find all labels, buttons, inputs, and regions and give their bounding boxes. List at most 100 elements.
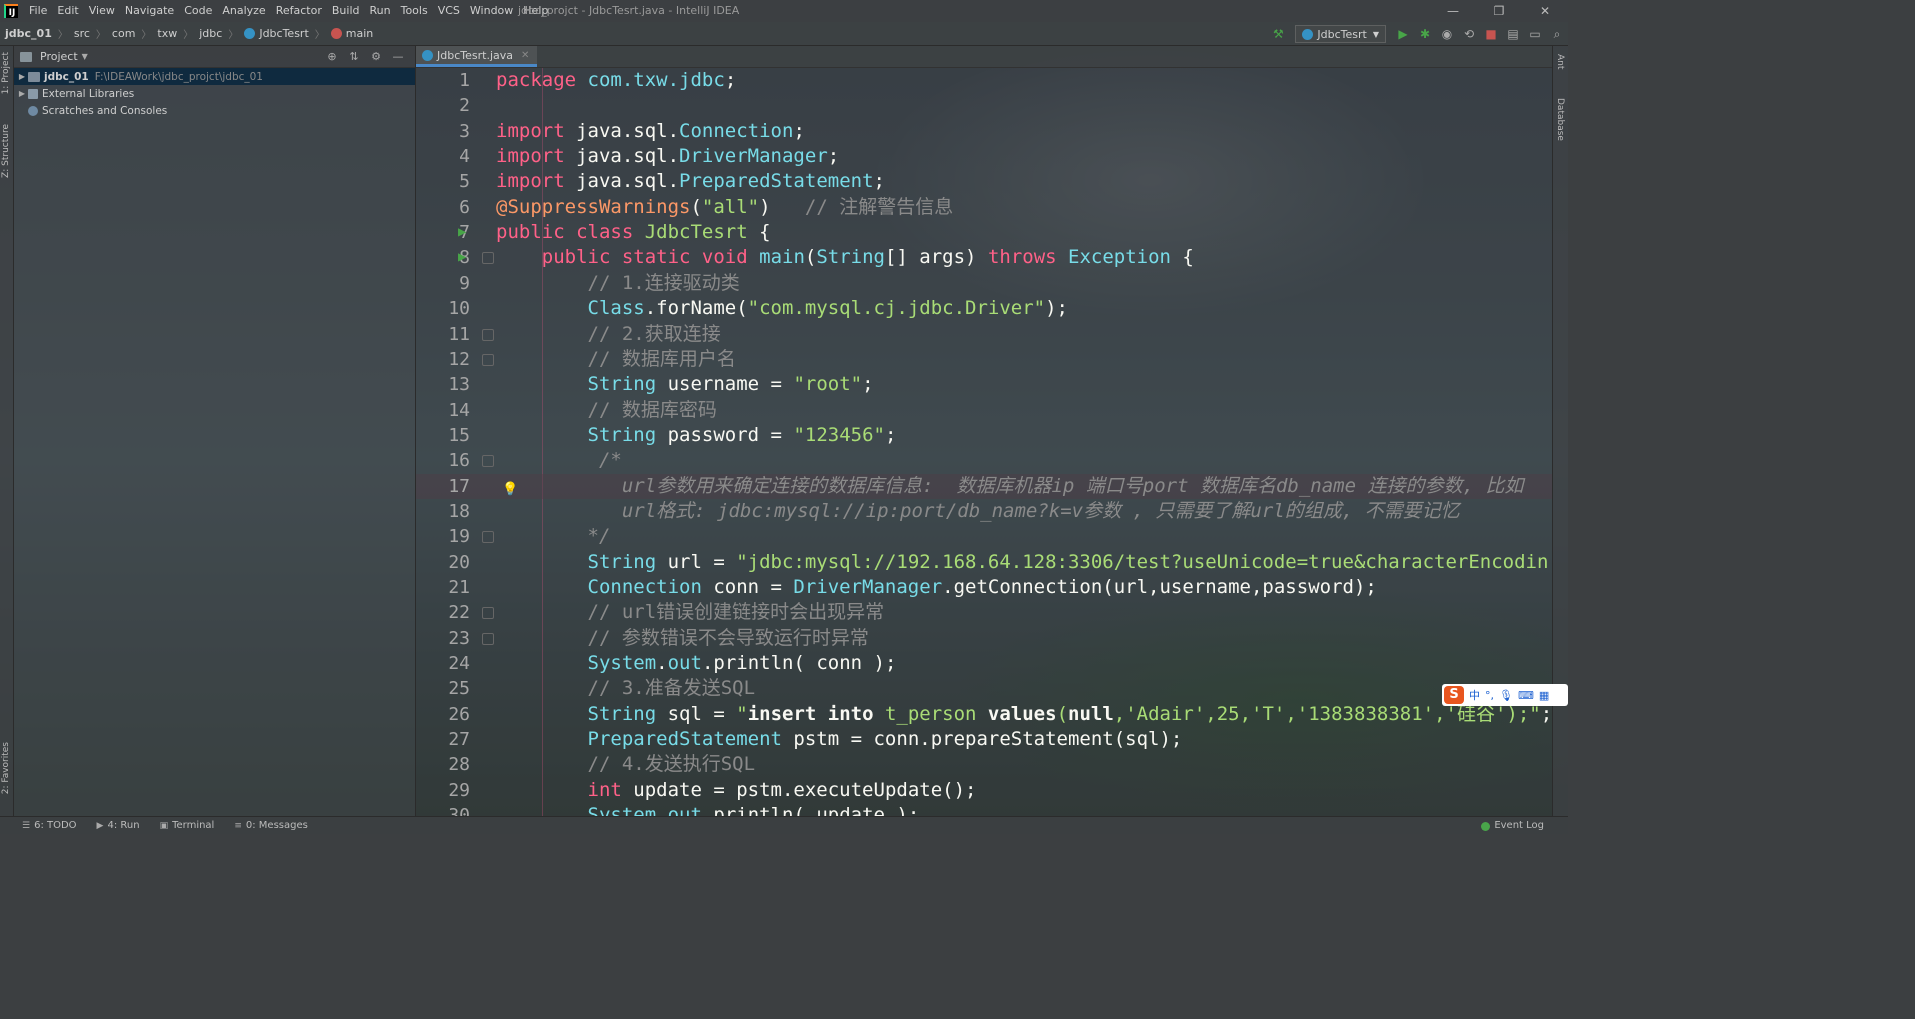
code-line: 8 ▶ public static void main(String[] args… xyxy=(416,245,1552,270)
expand-arrow-icon[interactable]: ▶ xyxy=(16,72,28,81)
fold-icon[interactable] xyxy=(482,455,494,468)
code-line: 11 // 2.获取连接 xyxy=(448,322,721,345)
database-tool-tab[interactable]: Database xyxy=(1555,98,1565,141)
event-log-button[interactable]: Event Log xyxy=(1481,817,1544,835)
favorites-tool-tab[interactable]: 2: Favorites xyxy=(1,742,11,794)
breadcrumb-jdbc[interactable]: jdbc xyxy=(199,27,222,40)
run-icon[interactable]: ▶ xyxy=(1392,27,1414,41)
breadcrumb: jdbc_01 〉 src 〉 com 〉 txw 〉 jdbc 〉 JdbcTesrt 〉… xyxy=(5,27,374,41)
code-line: 19 */ xyxy=(448,525,611,548)
code-line: 10 Class.forName("com.mysql.cj.jdbc.Driv… xyxy=(448,297,1068,320)
tab-jdbctesrt[interactable]: JdbcTesrt.java ✕ xyxy=(416,46,538,67)
structure-tool-tab[interactable]: Z: Structure xyxy=(1,124,11,178)
menu-file[interactable]: File xyxy=(24,0,52,22)
stop-icon[interactable]: ■ xyxy=(1480,27,1502,41)
search-icon[interactable]: ⌕ xyxy=(1546,27,1568,42)
tree-item-external-libraries[interactable]: ▶ External Libraries xyxy=(14,85,415,102)
fold-icon[interactable] xyxy=(482,252,494,265)
run-gutter-icon[interactable]: ▶ xyxy=(458,245,466,270)
intellij-logo-icon: IJ xyxy=(4,4,18,18)
coverage-icon[interactable]: ◉ xyxy=(1436,27,1458,41)
left-tool-stripe: 1: Project Z: Structure 2: Favorites xyxy=(0,46,14,816)
breadcrumb-txw[interactable]: txw xyxy=(157,27,177,40)
microphone-icon[interactable]: 🎙 xyxy=(1499,689,1513,702)
run-gutter-icon[interactable]: ▶ xyxy=(458,220,466,245)
breadcrumb-class[interactable]: JdbcTesrt xyxy=(259,27,308,40)
fold-icon[interactable] xyxy=(482,353,494,366)
tree-item-label: jdbc_01 xyxy=(44,70,89,83)
code-line: 4 import java.sql.DriverManager; xyxy=(459,145,840,168)
code-line: 12 // 数据库用户名 xyxy=(448,347,736,370)
project-view-select[interactable]: Project xyxy=(40,50,78,63)
code-line: 28 // 4.发送执行SQL xyxy=(448,753,756,776)
fold-icon[interactable] xyxy=(482,531,494,544)
locate-icon[interactable]: ⊕ xyxy=(321,50,343,63)
fold-icon[interactable] xyxy=(482,328,494,341)
messages-tool-button[interactable]: ≡ 0: Messages xyxy=(234,820,308,831)
ime-mode[interactable]: 中 xyxy=(1469,687,1480,703)
breadcrumb-src[interactable]: src xyxy=(74,27,90,40)
menu-build[interactable]: Build xyxy=(327,0,365,22)
breadcrumb-project[interactable]: jdbc_01 xyxy=(5,27,52,40)
menu-bar: File Edit View Navigate Code Analyze Refactor B… xyxy=(24,0,553,22)
layout-icon[interactable]: ▭ xyxy=(1524,27,1546,41)
project-tool-tab[interactable]: 1: Project xyxy=(1,52,11,94)
menu-tools[interactable]: Tools xyxy=(396,0,433,22)
close-tab-icon[interactable]: ✕ xyxy=(521,50,529,61)
fold-icon[interactable] xyxy=(482,632,494,645)
code-editor[interactable]: 1 package com.txw.jdbc; 2 3 import java.sq… xyxy=(416,68,1552,816)
code-line: 25 // 3.准备发送SQL xyxy=(448,677,756,700)
menu-code[interactable]: Code xyxy=(179,0,217,22)
restore-icon[interactable]: ❐ xyxy=(1476,0,1522,22)
chevron-down-icon: ▼ xyxy=(1372,29,1379,39)
code-line: 26 String sql = "insert into t_person va… xyxy=(448,702,1552,725)
menu-edit[interactable]: Edit xyxy=(52,0,83,22)
breadcrumb-com[interactable]: com xyxy=(112,27,136,40)
tree-item-scratches[interactable]: Scratches and Consoles xyxy=(14,102,415,119)
menu-window[interactable]: Window xyxy=(465,0,518,22)
menu-refactor[interactable]: Refactor xyxy=(271,0,327,22)
close-icon[interactable]: ✕ xyxy=(1522,0,1568,22)
main-toolbar: ⚒ JdbcTesrt ▼ ▶ ✱ ◉ ⟲ ■ ▤ ▭ ⌕ xyxy=(1267,22,1568,46)
ime-punctuation[interactable]: °, xyxy=(1485,689,1494,702)
profile-icon[interactable]: ⟲ xyxy=(1458,27,1480,41)
title-bar: IJ File Edit View Navigate Code Analyze Refact… xyxy=(0,0,1568,22)
run-config-select[interactable]: JdbcTesrt ▼ xyxy=(1295,25,1386,43)
todo-tool-button[interactable]: ☰ 6: TODO xyxy=(22,820,77,831)
tree-item-label: Scratches and Consoles xyxy=(42,104,168,117)
terminal-tool-button[interactable]: ▣ Terminal xyxy=(160,820,215,831)
sogou-logo-icon: S xyxy=(1444,686,1464,704)
project-panel: Project ▼ ⊕ ⇅ ⚙ — ▶ jdbc_01 F:\IDEAWork\… xyxy=(14,46,416,816)
menu-view[interactable]: View xyxy=(84,0,120,22)
hide-icon[interactable]: — xyxy=(387,50,409,63)
expand-arrow-icon[interactable]: ▶ xyxy=(16,89,28,98)
project-structure-icon[interactable]: ▤ xyxy=(1502,27,1524,41)
grid-icon[interactable]: ▦ xyxy=(1539,689,1549,702)
run-tool-button[interactable]: ▶ 4: Run xyxy=(97,820,140,831)
fold-icon[interactable] xyxy=(482,607,494,620)
menu-analyze[interactable]: Analyze xyxy=(217,0,270,22)
run-config-label: JdbcTesrt xyxy=(1317,27,1367,41)
collapse-all-icon[interactable]: ⇅ xyxy=(343,50,365,63)
ime-toolbar[interactable]: S 中 °, 🎙 ⌨ ▦ xyxy=(1442,684,1568,706)
code-line: 15 String password = "123456"; xyxy=(448,423,897,446)
menu-run[interactable]: Run xyxy=(365,0,396,22)
project-panel-header: Project ▼ ⊕ ⇅ ⚙ — xyxy=(14,46,415,68)
breadcrumb-method[interactable]: main xyxy=(346,27,373,40)
code-line: 7 ▶ public class JdbcTesrt { xyxy=(416,220,1552,245)
code-line: 3 import java.sql.Connection; xyxy=(459,119,805,142)
navigation-bar: jdbc_01 〉 src 〉 com 〉 txw 〉 jdbc 〉 JdbcTesrt 〉… xyxy=(0,22,1568,46)
menu-vcs[interactable]: VCS xyxy=(433,0,465,22)
menu-navigate[interactable]: Navigate xyxy=(120,0,179,22)
ant-tool-tab[interactable]: Ant xyxy=(1555,54,1565,69)
module-folder-icon xyxy=(28,71,40,82)
chevron-down-icon[interactable]: ▼ xyxy=(82,52,88,61)
debug-icon[interactable]: ✱ xyxy=(1414,27,1436,41)
build-hammer-icon[interactable]: ⚒ xyxy=(1267,27,1289,41)
code-line: 27 PreparedStatement pstm = conn.prepare… xyxy=(448,728,1183,751)
minimize-icon[interactable]: — xyxy=(1430,0,1476,22)
tree-item-project[interactable]: ▶ jdbc_01 F:\IDEAWork\jdbc_projct\jdbc_0… xyxy=(14,68,415,85)
keyboard-icon[interactable]: ⌨ xyxy=(1518,689,1534,702)
class-icon xyxy=(422,49,433,61)
gear-icon[interactable]: ⚙ xyxy=(365,50,387,63)
